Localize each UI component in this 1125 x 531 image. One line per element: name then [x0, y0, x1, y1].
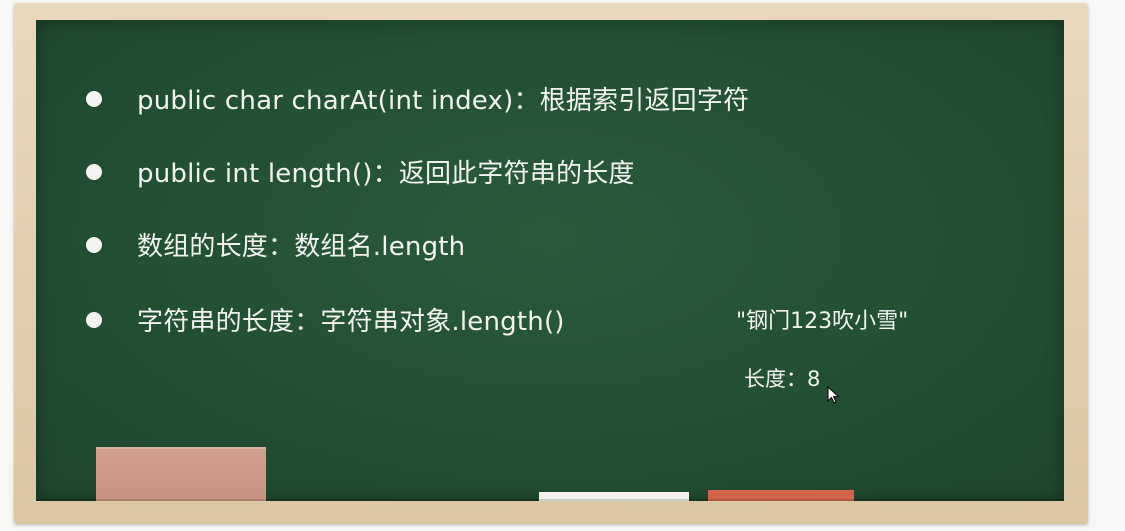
bullet-dot-icon [86, 236, 102, 253]
bullet-item-array-length: 数组的长度：数组名.length [86, 226, 465, 263]
bullet-text: public char charAt(int index)：根据索引返回字符 [137, 86, 750, 116]
bullet-text: 数组的长度：数组名.length [137, 232, 466, 262]
bullet-item-string-length: 字符串的长度：字符串对象.length() [86, 301, 565, 338]
bullet-item-length: public int length()：返回此字符串的长度 [86, 153, 635, 190]
chalkboard: public char charAt(int index)：根据索引返回字符 p… [36, 20, 1064, 501]
example-string-literal: "钢门123吹小雪" [736, 309, 909, 334]
bullet-text: public int length()：返回此字符串的长度 [137, 159, 635, 189]
bullet-text: 字符串的长度：字符串对象.length() [137, 307, 565, 337]
eraser-illustration [96, 447, 266, 501]
bullet-dot-icon [86, 90, 102, 107]
slide-stage: public char charAt(int index)：根据索引返回字符 p… [0, 0, 1125, 531]
bullet-item-charat: public char charAt(int index)：根据索引返回字符 [86, 80, 749, 117]
chalk-tray-edge [36, 499, 1064, 501]
bullet-dot-icon [86, 163, 102, 180]
bullet-dot-icon [86, 311, 102, 328]
example-length-result: 长度：8 [744, 367, 821, 391]
bullet-list: public char charAt(int index)：根据索引返回字符 p… [36, 20, 1064, 501]
mouse-pointer-icon [827, 386, 840, 404]
